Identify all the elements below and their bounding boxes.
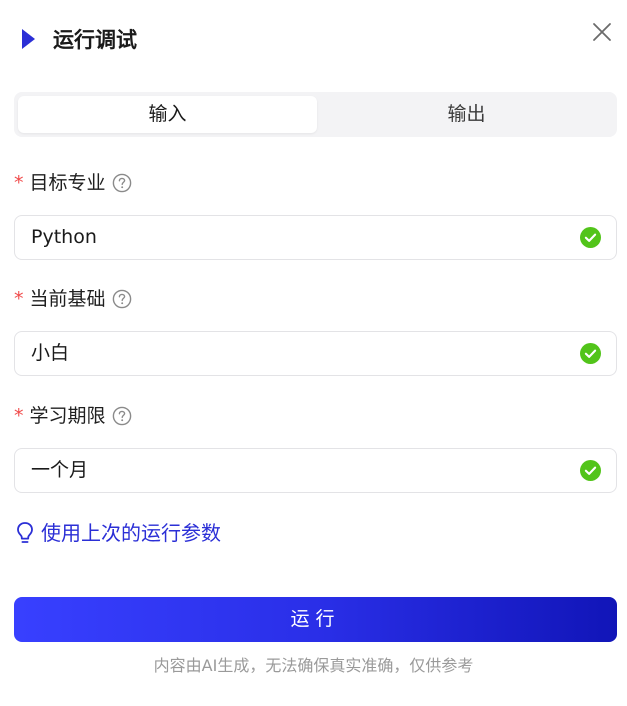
study-period-field: [14, 448, 617, 493]
play-icon: [22, 29, 35, 49]
field-label-text: 目标专业: [29, 172, 106, 194]
required-mark: *: [14, 288, 24, 310]
study-period-input[interactable]: [31, 449, 571, 492]
lightbulb-icon: [17, 522, 33, 543]
check-circle-icon: [580, 460, 601, 481]
reuse-last-params-link[interactable]: 使用上次的运行参数: [15, 519, 221, 547]
tab-input[interactable]: 输入: [18, 96, 317, 133]
run-button[interactable]: 运行: [14, 597, 617, 642]
tab-bar: 输入 输出: [14, 92, 617, 137]
current-level-input[interactable]: [31, 332, 571, 375]
current-level-field: [14, 331, 617, 376]
field-label-current-level: * 当前基础: [14, 286, 132, 312]
target-major-input[interactable]: [31, 216, 571, 259]
help-icon[interactable]: [112, 173, 132, 193]
close-icon[interactable]: [590, 20, 614, 44]
field-label-text: 当前基础: [29, 288, 106, 310]
check-circle-icon: [580, 227, 601, 248]
check-circle-icon: [580, 343, 601, 364]
field-label-target-major: * 目标专业: [14, 170, 132, 196]
dialog-header: 运行调试: [0, 0, 627, 80]
reuse-last-params-label: 使用上次的运行参数: [41, 521, 221, 545]
field-label-study-period: * 学习期限: [14, 403, 132, 429]
tab-output[interactable]: 输出: [317, 96, 616, 133]
field-label-text: 学习期限: [29, 405, 106, 427]
required-mark: *: [14, 172, 24, 194]
dialog-title: 运行调试: [53, 28, 137, 52]
ai-disclaimer: 内容由AI生成，无法确保真实准确，仅供参考: [153, 656, 474, 675]
required-mark: *: [14, 405, 24, 427]
target-major-field: [14, 215, 617, 260]
help-icon[interactable]: [112, 406, 132, 426]
help-icon[interactable]: [112, 289, 132, 309]
